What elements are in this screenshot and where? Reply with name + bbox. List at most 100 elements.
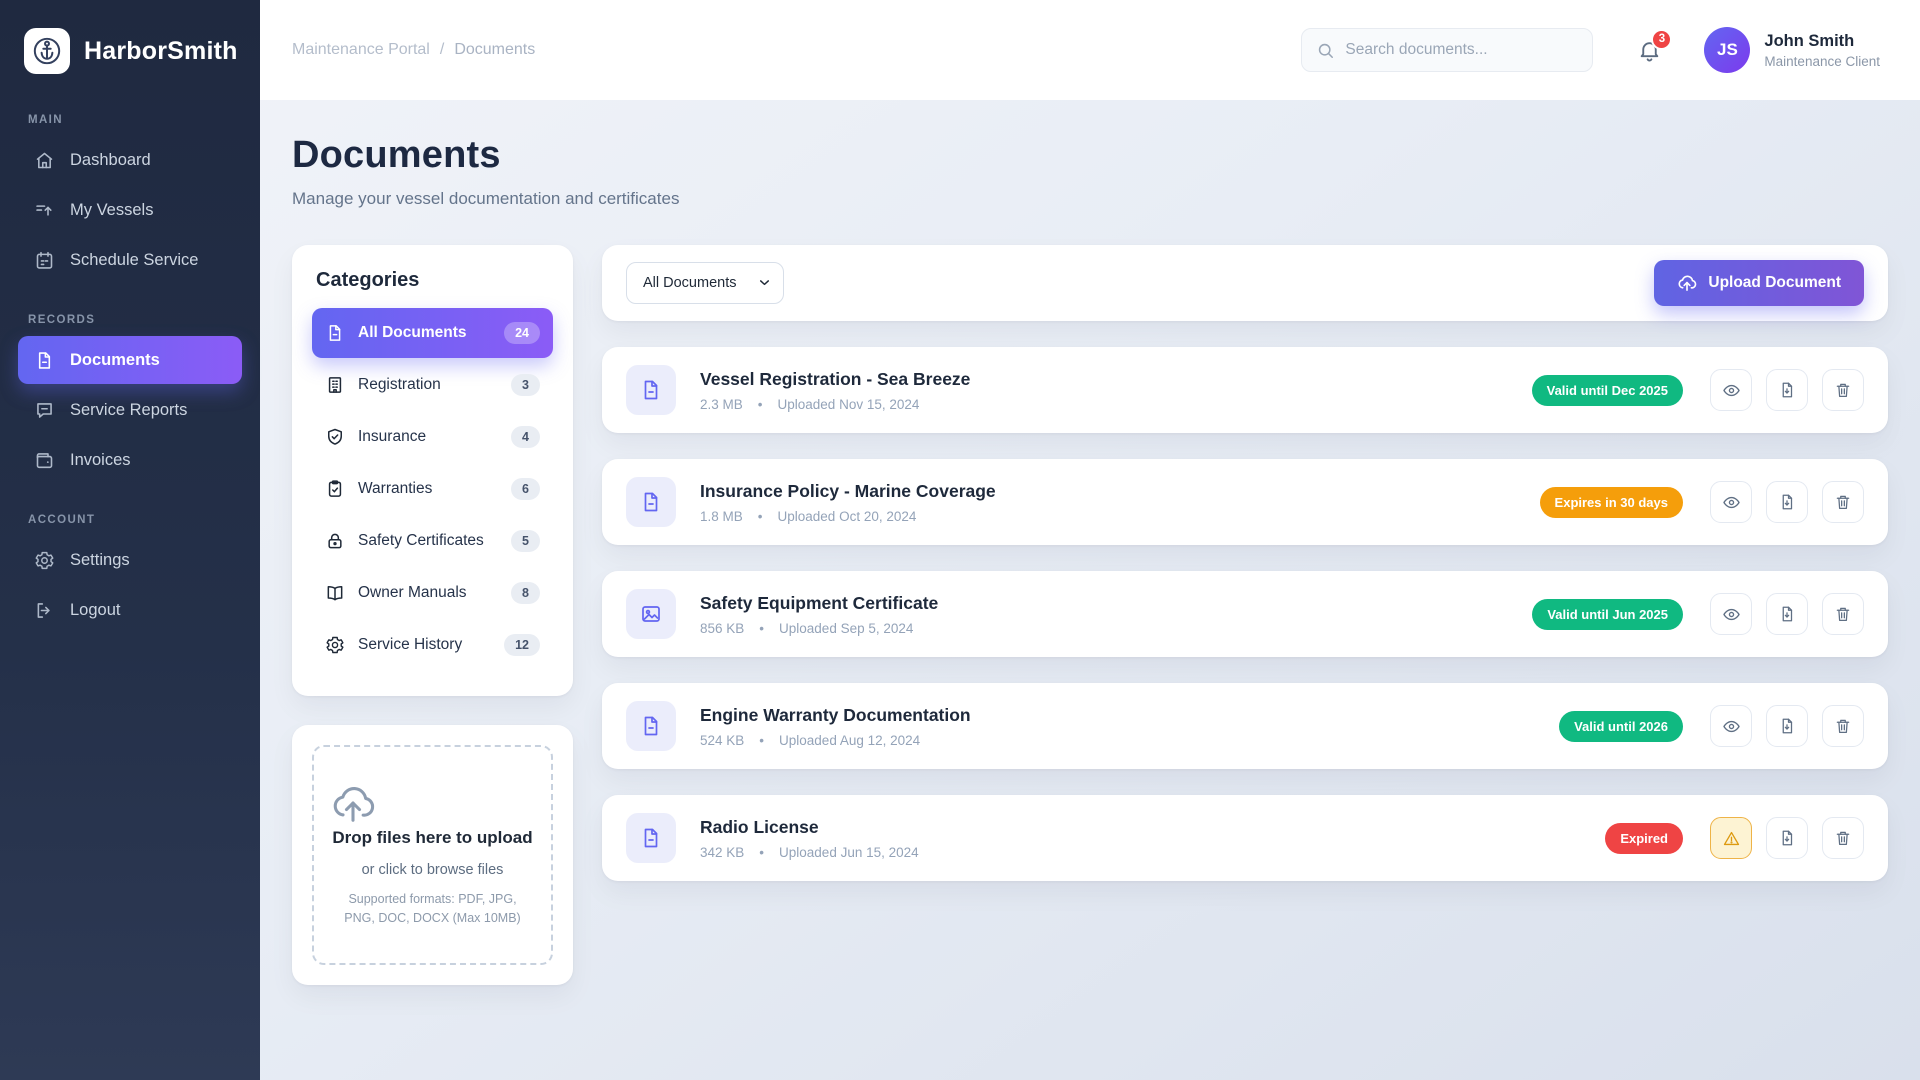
category-insurance[interactable]: Insurance 4 xyxy=(312,412,553,462)
file-icon xyxy=(626,813,676,863)
building-icon xyxy=(325,375,345,395)
nav-section-account: ACCOUNT xyxy=(28,514,232,526)
status-badge: Valid until Dec 2025 xyxy=(1532,375,1683,406)
document-filter-select[interactable]: All Documents xyxy=(626,262,784,304)
category-label: Insurance xyxy=(358,428,426,446)
sidebar-item-my-vessels[interactable]: My Vessels xyxy=(18,186,242,234)
category-label: Service History xyxy=(358,636,462,654)
sidebar-item-dashboard[interactable]: Dashboard xyxy=(18,136,242,184)
category-all-documents[interactable]: All Documents 24 xyxy=(312,308,553,358)
vessels-icon xyxy=(34,200,55,221)
meta-separator: • xyxy=(759,845,764,860)
app-name: HarborSmith xyxy=(84,37,238,66)
document-uploaded: Uploaded Jun 15, 2024 xyxy=(779,845,919,860)
document-row: Safety Equipment Certificate 856 KB • Up… xyxy=(602,571,1888,657)
eye-icon xyxy=(1722,605,1741,624)
user-menu[interactable]: JS John Smith Maintenance Client xyxy=(1704,27,1880,73)
delete-button[interactable] xyxy=(1822,817,1864,859)
sidebar-item-settings[interactable]: Settings xyxy=(18,536,242,584)
sidebar-item-service-reports[interactable]: Service Reports xyxy=(18,386,242,434)
file-dropzone[interactable]: Drop files here to upload or click to br… xyxy=(312,745,553,965)
document-size: 2.3 MB xyxy=(700,397,743,412)
view-button[interactable] xyxy=(1710,593,1752,635)
cloud-upload-icon xyxy=(330,781,535,827)
user-role: Maintenance Client xyxy=(1764,54,1880,69)
trash-icon xyxy=(1834,829,1852,847)
sidebar-item-label: Documents xyxy=(70,351,160,370)
document-title: Radio License xyxy=(700,817,919,838)
file-icon xyxy=(626,477,676,527)
document-size: 342 KB xyxy=(700,845,744,860)
status-badge: Valid until Jun 2025 xyxy=(1532,599,1683,630)
breadcrumb-parent[interactable]: Maintenance Portal xyxy=(292,41,430,59)
sidebar-item-label: Schedule Service xyxy=(70,251,198,270)
sidebar-item-invoices[interactable]: Invoices xyxy=(18,436,242,484)
categories-panel: Categories All Documents 24 xyxy=(292,245,573,696)
document-size: 1.8 MB xyxy=(700,509,743,524)
lock-icon xyxy=(325,531,345,551)
file-download-icon xyxy=(1778,829,1796,847)
sidebar-item-documents[interactable]: Documents xyxy=(18,336,242,384)
dropzone-formats: Supported formats: PDF, JPG, PNG, DOC, D… xyxy=(330,890,535,928)
view-button[interactable] xyxy=(1710,369,1752,411)
category-registration[interactable]: Registration 3 xyxy=(312,360,553,410)
dropzone-subtitle: or click to browse files xyxy=(330,862,535,878)
document-uploaded: Uploaded Aug 12, 2024 xyxy=(779,733,920,748)
document-row: Engine Warranty Documentation 524 KB • U… xyxy=(602,683,1888,769)
category-warranties[interactable]: Warranties 6 xyxy=(312,464,553,514)
category-safety-certificates[interactable]: Safety Certificates 5 xyxy=(312,516,553,566)
upload-document-label: Upload Document xyxy=(1708,274,1841,292)
sidebar-item-schedule-service[interactable]: Schedule Service xyxy=(18,236,242,284)
document-row: Radio License 342 KB • Uploaded Jun 15, … xyxy=(602,795,1888,881)
report-icon xyxy=(34,400,55,421)
document-meta: 524 KB • Uploaded Aug 12, 2024 xyxy=(700,733,971,748)
delete-button[interactable] xyxy=(1822,369,1864,411)
category-count: 5 xyxy=(511,530,540,552)
document-title: Insurance Policy - Marine Coverage xyxy=(700,481,996,502)
sidebar-item-label: Service Reports xyxy=(70,401,187,420)
category-service-history[interactable]: Service History 12 xyxy=(312,620,553,670)
download-button[interactable] xyxy=(1766,593,1808,635)
trash-icon xyxy=(1834,493,1852,511)
view-button[interactable] xyxy=(1710,481,1752,523)
gear-icon xyxy=(34,550,55,571)
category-owner-manuals[interactable]: Owner Manuals 8 xyxy=(312,568,553,618)
download-button[interactable] xyxy=(1766,817,1808,859)
eye-icon xyxy=(1722,717,1741,736)
delete-button[interactable] xyxy=(1822,481,1864,523)
document-uploaded: Uploaded Sep 5, 2024 xyxy=(779,621,913,636)
home-icon xyxy=(34,150,55,171)
category-count: 12 xyxy=(504,634,540,656)
download-button[interactable] xyxy=(1766,705,1808,747)
status-badge: Valid until 2026 xyxy=(1559,711,1683,742)
brand: HarborSmith xyxy=(18,28,242,84)
delete-button[interactable] xyxy=(1822,705,1864,747)
status-badge: Expires in 30 days xyxy=(1540,487,1683,518)
search-icon xyxy=(1316,41,1335,60)
delete-button[interactable] xyxy=(1822,593,1864,635)
document-icon xyxy=(34,350,55,371)
download-button[interactable] xyxy=(1766,481,1808,523)
topbar: Maintenance Portal / Documents 3 xyxy=(260,0,1920,100)
upload-panel: Drop files here to upload or click to br… xyxy=(292,725,573,985)
search-input[interactable] xyxy=(1345,41,1578,59)
wallet-icon xyxy=(34,450,55,471)
view-button[interactable] xyxy=(1710,705,1752,747)
expired-alert-button[interactable] xyxy=(1710,817,1752,859)
document-row: Insurance Policy - Marine Coverage 1.8 M… xyxy=(602,459,1888,545)
trash-icon xyxy=(1834,381,1852,399)
breadcrumb-current: Documents xyxy=(454,41,535,59)
notifications-button[interactable]: 3 xyxy=(1637,38,1662,63)
upload-document-button[interactable]: Upload Document xyxy=(1654,260,1864,306)
download-button[interactable] xyxy=(1766,369,1808,411)
warning-triangle-icon xyxy=(1722,829,1741,848)
harborsmith-logo-icon xyxy=(24,28,70,74)
sidebar-item-logout[interactable]: Logout xyxy=(18,586,242,634)
sidebar-item-label: My Vessels xyxy=(70,201,153,220)
meta-separator: • xyxy=(758,397,763,412)
nav-section-main: MAIN xyxy=(28,114,232,126)
document-meta: 2.3 MB • Uploaded Nov 15, 2024 xyxy=(700,397,970,412)
image-icon xyxy=(626,589,676,639)
file-download-icon xyxy=(1778,381,1796,399)
category-label: Safety Certificates xyxy=(358,532,484,550)
